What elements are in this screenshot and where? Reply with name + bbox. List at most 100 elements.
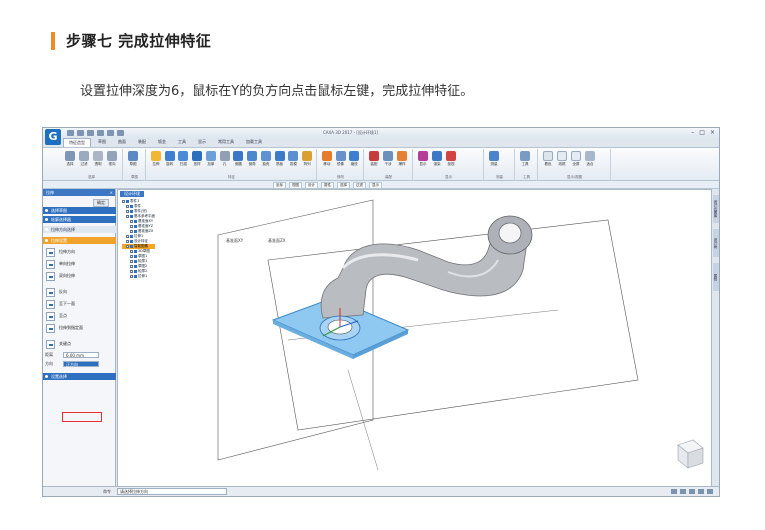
section-direction-select[interactable]: 拉伸方向选择 [43, 226, 116, 233]
section-profile-selector[interactable]: 轮廓选择器 [43, 216, 116, 223]
subtool-item[interactable]: 显示 [369, 182, 382, 189]
dock-tab-design-tree[interactable]: 设计树 [713, 229, 719, 257]
close-icon[interactable]: × [710, 129, 715, 136]
tab-tools[interactable]: 工具 [173, 138, 191, 147]
tab-addins[interactable]: 加载工具 [241, 138, 267, 147]
move-button[interactable]: 移动 [321, 151, 333, 167]
option-two-side[interactable]: 双向拉伸 [46, 271, 114, 281]
wireframe-button[interactable]: 线框 [556, 151, 568, 167]
ribbon-group-features: 拉伸 旋转 扫描 放样 加厚 孔 倒圆 倒角 抽壳 筋板 拔模 阵列 特征 [147, 149, 317, 181]
option-one-side[interactable]: 单向拉伸 [46, 259, 114, 269]
thicken-button[interactable]: 加厚 [205, 151, 217, 167]
loft-button[interactable]: 放样 [191, 151, 203, 167]
option-to-face[interactable]: 拉伸到指定面 [46, 323, 114, 333]
option-extrude-direction[interactable]: 拉伸方向 [46, 247, 114, 257]
render-button[interactable]: 渲染 [431, 151, 443, 167]
dock-tab-properties[interactable]: 属性 [713, 263, 719, 291]
fillet-button[interactable]: 倒圆 [233, 151, 245, 167]
3d-viewport[interactable]: 基准面XY 基准面ZX 设计环境 零件1 零件 零件(完) 基本参考平面 基准面… [117, 189, 713, 487]
tab-sheetmetal[interactable]: 钣金 [153, 138, 171, 147]
tab-display[interactable]: 显示 [193, 138, 211, 147]
pattern-button[interactable]: 阵列 [301, 151, 313, 167]
ok-button[interactable]: 确定 [93, 199, 109, 207]
viewport-tab[interactable]: 设计环境 [120, 191, 144, 197]
option-to-next[interactable]: 至下一面 [46, 299, 114, 309]
extrude-button[interactable]: 拉伸 [150, 151, 162, 167]
tree-node[interactable]: 拉伸1 [122, 274, 155, 279]
depth-input[interactable]: 6.00 mm [63, 352, 99, 358]
minimize-icon[interactable]: – [691, 129, 694, 136]
filter-button[interactable]: 过滤 [78, 151, 90, 167]
rib-button[interactable]: 筋板 [274, 151, 286, 167]
display-button[interactable]: 显示 [417, 151, 429, 167]
select-button[interactable]: 选择 [64, 151, 76, 167]
side-select[interactable]: 正方向 [63, 361, 99, 367]
tab-assembly[interactable]: 装配 [133, 138, 151, 147]
ortho-icon[interactable] [689, 489, 695, 494]
hole-button[interactable]: 孔 [219, 151, 231, 167]
command-input[interactable]: 请选择拉伸方向 [117, 488, 227, 495]
subtool-item[interactable]: 设计 [305, 182, 318, 189]
undo-icon[interactable] [97, 130, 104, 136]
subtool-item[interactable]: 坐标 [273, 182, 286, 189]
save-icon[interactable] [87, 130, 94, 136]
zoom-icon[interactable] [698, 489, 704, 494]
ribbon-group-modify: 移动 镜像 缩放 修改 [318, 149, 364, 181]
section-select-sketch[interactable]: 选择草图 [43, 207, 116, 214]
option-key-point[interactable]: 关键点 [46, 339, 114, 349]
section-button[interactable]: 剖视 [445, 151, 457, 167]
tab-sketch[interactable]: 草图 [93, 138, 111, 147]
new-icon[interactable] [67, 130, 74, 136]
direction-icon [46, 247, 55, 257]
sketch-button[interactable]: 草图 [127, 151, 139, 167]
tab-surface[interactable]: 曲面 [113, 138, 131, 147]
shaded-button[interactable]: 着色 [542, 151, 554, 167]
transparent-button[interactable]: 透明 [92, 151, 104, 167]
view-direction-button[interactable]: 视向 [106, 151, 118, 167]
tab-feature[interactable]: 特征造型 [63, 138, 91, 147]
fit-button[interactable]: 适合 [584, 151, 596, 167]
section-settings-select[interactable]: 设置选择 [43, 373, 116, 380]
fullscreen-button[interactable]: 全屏 [570, 151, 582, 167]
ribbon-group-tools: 工具 工具 [516, 149, 538, 181]
grid-icon[interactable] [680, 489, 686, 494]
step-description: 设置拉伸深度为6，鼠标在Y的负方向点击鼠标左键，完成拉伸特征。 [80, 84, 474, 99]
subtool-item[interactable]: 过滤 [353, 182, 366, 189]
maximize-icon[interactable]: □ [699, 129, 705, 136]
tab-common-tools[interactable]: 常用工具 [213, 138, 239, 147]
print-icon[interactable] [117, 130, 124, 136]
interference-button[interactable]: 干涉 [382, 151, 394, 167]
option-to-point[interactable]: 至点 [46, 311, 114, 321]
mirror-button[interactable]: 镜像 [335, 151, 347, 167]
chamfer-button[interactable]: 倒角 [246, 151, 258, 167]
view-cube[interactable] [677, 439, 704, 469]
plane-label-zx: 基准面ZX [268, 237, 286, 243]
side-label: 方向 [45, 361, 53, 366]
reverse-icon [46, 287, 55, 297]
snap-icon[interactable] [671, 489, 677, 494]
open-icon[interactable] [77, 130, 84, 136]
quick-access-toolbar[interactable] [67, 130, 124, 136]
tools-button[interactable]: 工具 [519, 151, 531, 167]
section-extrude-settings[interactable]: 拉伸设置 [43, 237, 116, 244]
shell-button[interactable]: 抽壳 [260, 151, 272, 167]
redo-icon[interactable] [107, 130, 114, 136]
dock-tab-design-library[interactable]: 设计元素库 [713, 195, 719, 223]
scale-button[interactable]: 缩放 [348, 151, 360, 167]
settings-icon[interactable] [707, 489, 713, 494]
close-icon[interactable]: × [110, 190, 113, 195]
option-reverse[interactable]: 反向 [46, 287, 114, 297]
draft-button[interactable]: 拔模 [288, 151, 300, 167]
sweep-button[interactable]: 扫描 [178, 151, 190, 167]
app-logo[interactable]: G [45, 129, 61, 145]
assembly-button[interactable]: 装配 [368, 151, 380, 167]
revolve-button[interactable]: 旋转 [164, 151, 176, 167]
explode-button[interactable]: 爆炸 [396, 151, 408, 167]
subtool-item[interactable]: 属性 [321, 182, 334, 189]
measure-button[interactable]: 测量 [488, 151, 500, 167]
subtool-item[interactable]: 选择 [337, 182, 350, 189]
ribbon-tabs: 特征造型 草图 曲面 装配 钣金 工具 显示 常用工具 加载工具 [63, 138, 267, 147]
subtool-item[interactable]: 视图 [289, 182, 302, 189]
design-tree: 零件1 零件 零件(完) 基本参考平面 基准面XY 基准面YZ 基准面ZX 拉伸… [122, 199, 155, 279]
window-controls: – □ × [691, 129, 715, 136]
